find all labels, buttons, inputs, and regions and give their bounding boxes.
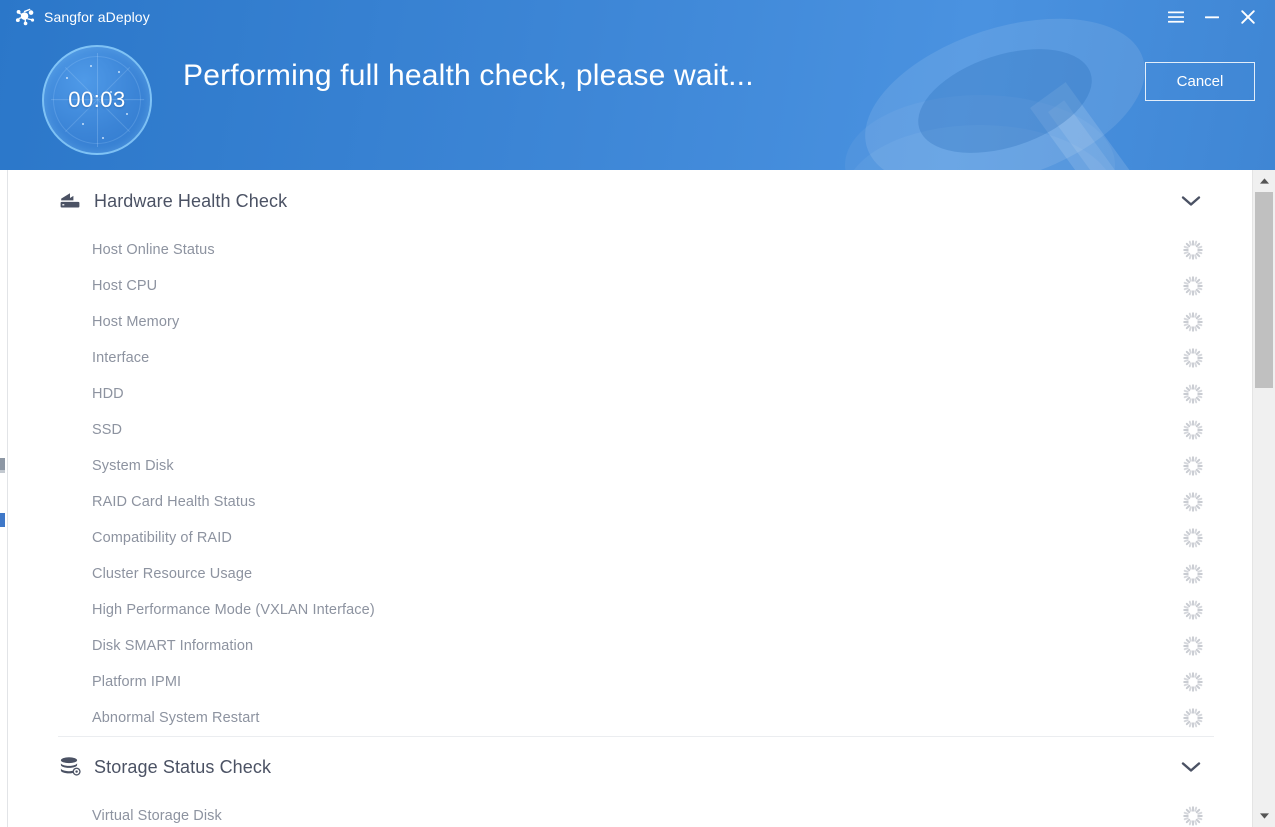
check-item-label: Disk SMART Information [92,638,254,654]
elapsed-timer: 00:03 [42,45,152,155]
border-artifact [0,458,5,470]
menu-button[interactable] [1165,6,1187,28]
section-header-storage-status-check[interactable]: Storage Status Check [9,736,1252,798]
list-item[interactable]: HDD [9,376,1252,412]
border-artifact [0,470,5,473]
window-left-border [0,170,8,827]
check-item-label: High Performance Mode (VXLAN Interface) [92,602,375,618]
timer-value: 00:03 [68,87,126,112]
check-item-label: Interface [92,350,150,366]
cancel-button[interactable]: Cancel [1145,62,1255,101]
spinner-icon [1183,384,1203,404]
close-icon [1241,10,1255,24]
sangfor-molecule-logo-icon [15,8,35,26]
spinner-icon [1183,528,1203,548]
vertical-scrollbar[interactable] [1252,170,1275,827]
scroll-up-arrow-icon [1259,178,1269,184]
spinner-icon [1183,276,1203,296]
adeploy-health-check-window: Sangfor aDeploy 00:03 Performing full he… [0,0,1275,827]
section-title: Hardware Health Check [94,190,288,211]
list-item[interactable]: System Disk [9,448,1252,484]
check-item-label: SSD [92,422,123,438]
list-item[interactable]: RAID Card Health Status [9,484,1252,520]
chevron-down-icon [1181,762,1201,772]
spinner-icon [1183,636,1203,656]
list-item[interactable]: Disk SMART Information [9,628,1252,664]
window-controls [1165,6,1259,28]
check-item-label: Host CPU [92,278,158,294]
hamburger-menu-icon [1168,11,1184,23]
check-item-label: Virtual Storage Disk [92,808,222,824]
border-artifact [0,513,5,527]
scroll-down-button[interactable] [1253,805,1275,827]
list-item[interactable]: Host CPU [9,268,1252,304]
spinner-icon [1183,600,1203,620]
app-title: Sangfor aDeploy [44,9,150,25]
list-item[interactable]: Interface [9,340,1252,376]
section-header-hardware-health-check[interactable]: Hardware Health Check [9,170,1252,232]
spinner-icon [1183,240,1203,260]
section-title: Storage Status Check [94,756,272,777]
minimize-button[interactable] [1201,6,1223,28]
scroll-up-button[interactable] [1253,170,1275,192]
check-list-hardware-health-check: Host Online Status Host CPU Host Memory … [9,232,1252,736]
scrollbar-thumb[interactable] [1255,192,1273,388]
list-item[interactable]: Compatibility of RAID [9,520,1252,556]
page-title: Performing full health check, please wai… [183,59,754,92]
list-item[interactable]: Cluster Resource Usage [9,556,1252,592]
check-item-label: Compatibility of RAID [92,530,232,546]
check-list-content: Hardware Health Check Host Online Status… [9,170,1252,827]
server-hardware-icon [60,193,80,208]
list-item[interactable]: Virtual Storage Disk [9,798,1252,827]
check-item-label: Abnormal System Restart [92,710,260,726]
spinner-icon [1183,806,1203,826]
spinner-icon [1183,312,1203,332]
collapse-toggle-storage-status-check[interactable] [1178,754,1204,780]
list-item[interactable]: Abnormal System Restart [9,700,1252,736]
spinner-icon [1183,420,1203,440]
scroll-down-arrow-icon [1259,813,1269,819]
spinner-icon [1183,564,1203,584]
check-item-label: Host Memory [92,314,180,330]
list-item[interactable]: SSD [9,412,1252,448]
check-item-label: Cluster Resource Usage [92,566,253,582]
header-banner: Sangfor aDeploy 00:03 Performing full he… [0,0,1275,170]
list-item[interactable]: Platform IPMI [9,664,1252,700]
collapse-toggle-hardware-health-check[interactable] [1178,188,1204,214]
brand: Sangfor aDeploy [14,6,150,28]
check-item-label: RAID Card Health Status [92,494,256,510]
list-item[interactable]: High Performance Mode (VXLAN Interface) [9,592,1252,628]
list-item[interactable]: Host Memory [9,304,1252,340]
list-item[interactable]: Host Online Status [9,232,1252,268]
spinner-icon [1183,708,1203,728]
spinner-icon [1183,492,1203,512]
close-button[interactable] [1237,6,1259,28]
check-list-scroll-area[interactable]: Hardware Health Check Host Online Status… [9,170,1252,827]
spinner-icon [1183,456,1203,476]
check-item-label: Platform IPMI [92,674,182,690]
spinner-icon [1183,672,1203,692]
minimize-icon [1205,16,1219,19]
check-item-label: HDD [92,386,124,402]
check-item-label: System Disk [92,458,174,474]
spinner-icon [1183,348,1203,368]
check-item-label: Host Online Status [92,242,215,258]
chevron-down-icon [1181,196,1201,206]
title-bar: Sangfor aDeploy [0,0,1275,34]
check-list-storage-status-check: Virtual Storage Disk Virtual Storage Rep… [9,798,1252,827]
database-status-icon [60,757,81,776]
